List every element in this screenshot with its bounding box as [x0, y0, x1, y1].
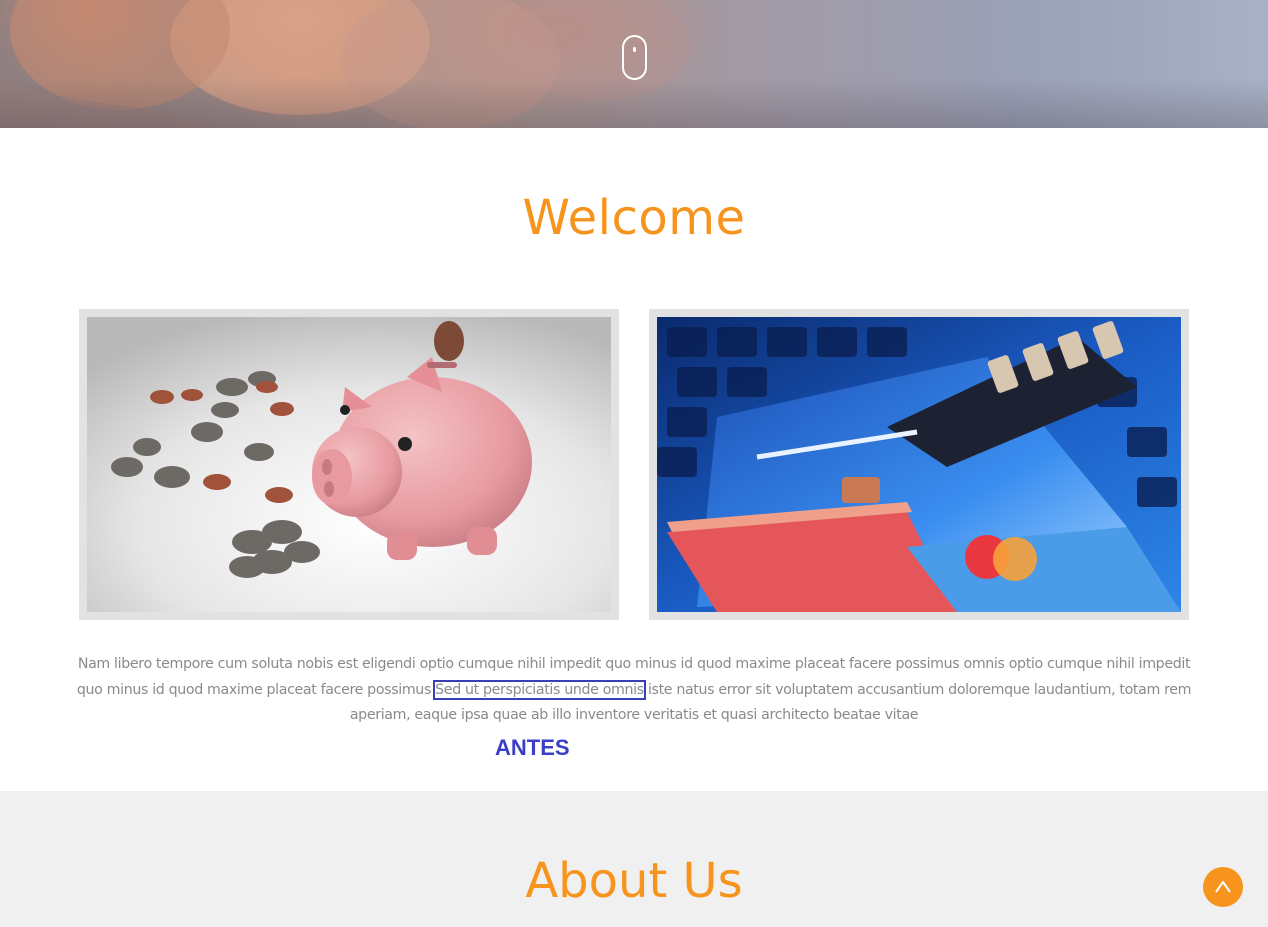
highlighted-text[interactable]: Sed ut perspiciatis unde omnis [433, 679, 646, 700]
chevron-up-icon [1215, 881, 1231, 893]
credit-cards-lock-image-frame [649, 309, 1189, 620]
welcome-title: Welcome [522, 190, 746, 246]
piggy-bank-image-frame [79, 309, 619, 620]
piggy-bank-image [87, 317, 611, 612]
welcome-paragraph: Nam libero tempore cum soluta nobis est … [70, 652, 1198, 729]
hero-banner [0, 0, 1268, 128]
annotation-label: ANTES [495, 735, 570, 760]
credit-cards-lock-image [657, 317, 1181, 612]
about-title: About Us [525, 853, 743, 909]
back-to-top-button[interactable] [1203, 867, 1243, 907]
mouse-scroll-icon[interactable] [622, 35, 647, 80]
